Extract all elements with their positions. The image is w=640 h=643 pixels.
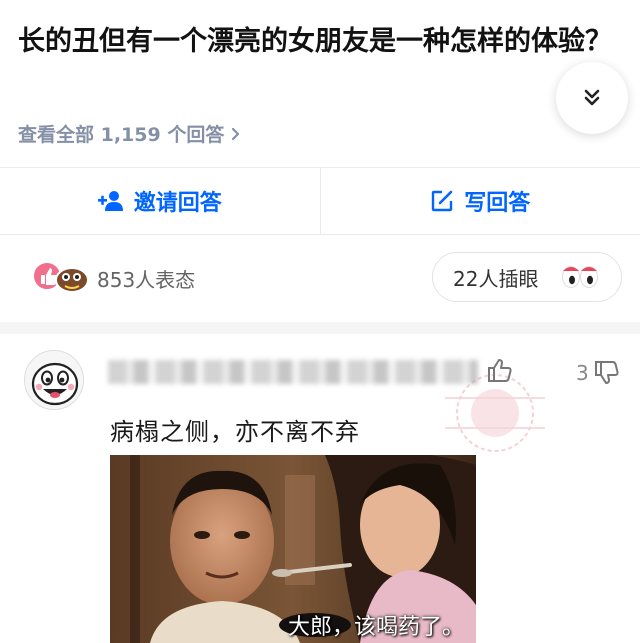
section-separator xyxy=(0,322,640,334)
eye-mark-button[interactable]: 22人插眼 xyxy=(432,252,622,302)
thumb-down-icon[interactable] xyxy=(593,360,619,386)
invite-answer-label: 邀请回答 xyxy=(133,191,222,216)
add-user-icon xyxy=(97,191,123,211)
image-caption: 大郎，该喝药了。 xyxy=(288,615,465,640)
write-answer-button[interactable]: 写回答 xyxy=(321,168,640,234)
answer-image[interactable]: 大郎，该喝药了。 xyxy=(110,455,476,643)
chevron-double-down-icon xyxy=(584,89,600,106)
edit-icon xyxy=(432,190,453,212)
view-all-label: 查看全部 1,159 个回答 xyxy=(18,124,225,146)
vote-box: 3 xyxy=(576,360,619,386)
reaction-count: 853人表态 xyxy=(97,268,196,292)
chevron-right-icon xyxy=(232,127,240,140)
divider xyxy=(0,234,640,235)
question-title: 长的丑但有一个漂亮的女朋友是一种怎样的体验？ xyxy=(18,26,612,57)
action-row: 邀请回答 写回答 xyxy=(0,168,640,234)
view-all-answers-link[interactable]: 查看全部 1,159 个回答 xyxy=(18,120,242,147)
eye-mark-label: 22人插眼 xyxy=(453,266,539,291)
reaction-row: 853人表态 22人插眼 xyxy=(0,250,640,306)
eyes-icon xyxy=(562,266,599,288)
avatar-face-icon xyxy=(25,351,83,409)
thumb-up-icon[interactable] xyxy=(486,356,514,384)
vote-count: 3 xyxy=(576,361,589,385)
avatar[interactable] xyxy=(24,350,84,410)
author-info-blurred xyxy=(108,360,478,384)
reaction-icons[interactable] xyxy=(32,259,92,293)
collapse-button[interactable] xyxy=(556,62,628,134)
answer-text: 病榻之侧，亦不离不弃 xyxy=(110,418,360,446)
invite-answer-button[interactable]: 邀请回答 xyxy=(0,168,320,234)
write-answer-label: 写回答 xyxy=(464,191,531,216)
